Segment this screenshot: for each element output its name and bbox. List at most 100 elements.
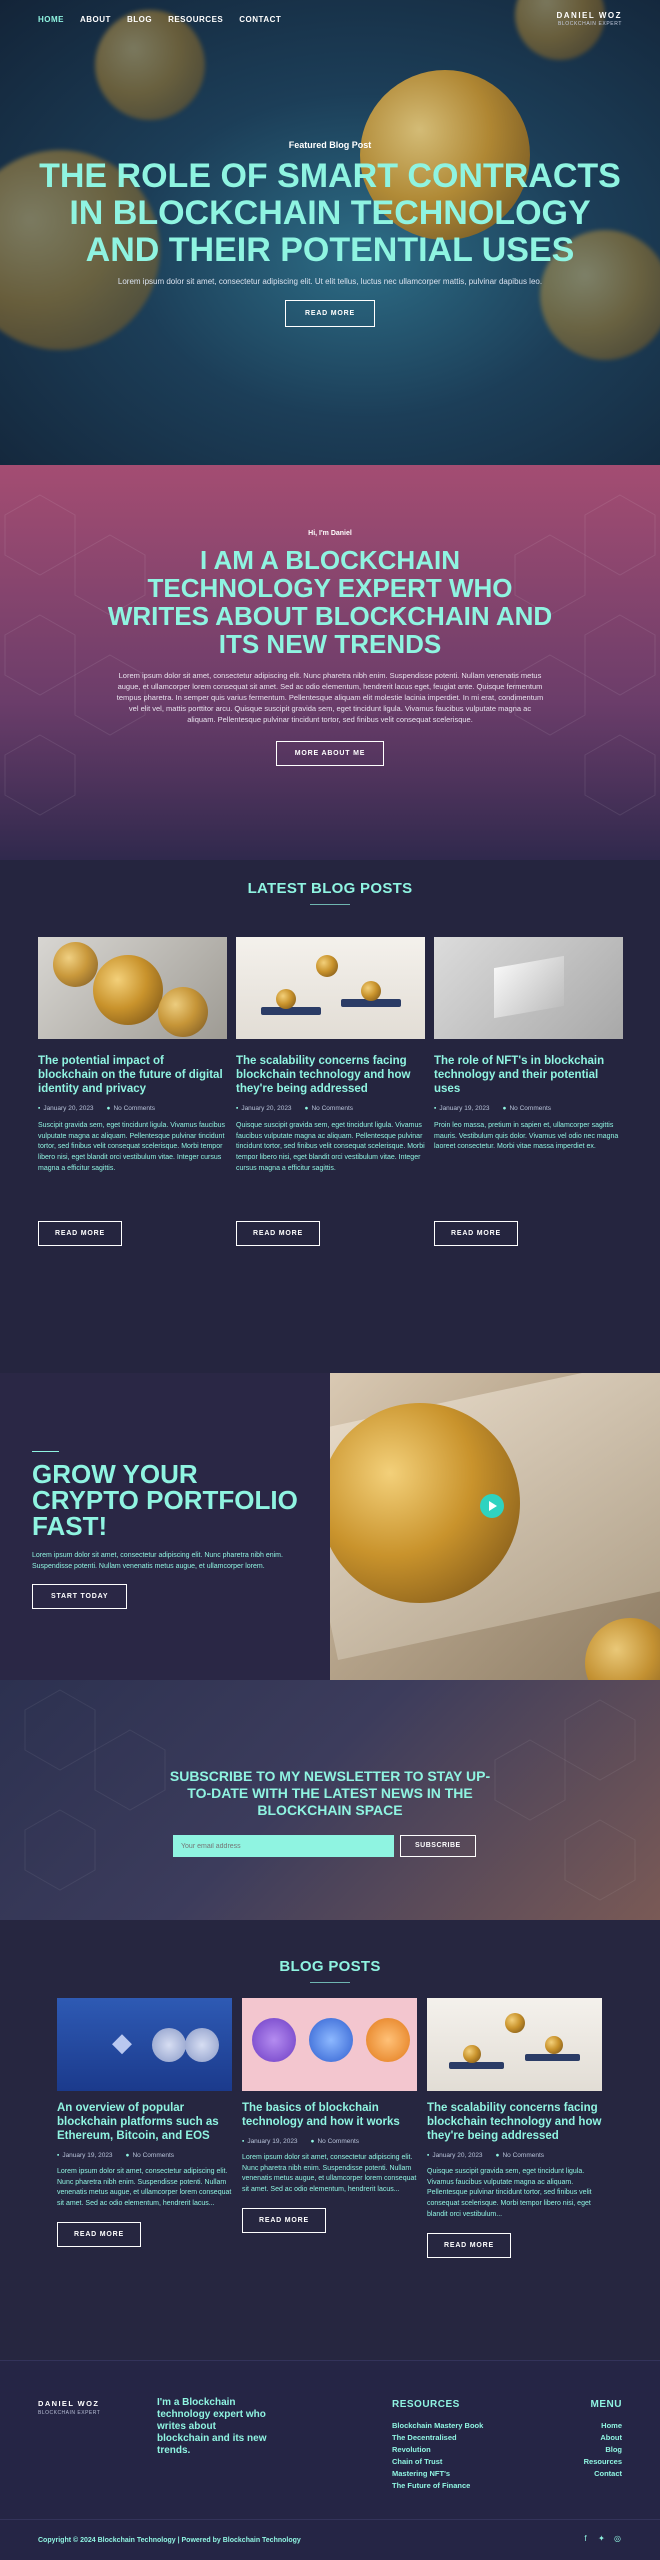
footer-menu-resources[interactable]: Resources — [584, 2456, 622, 2468]
coin-image — [95, 10, 205, 120]
start-today-button[interactable]: START TODAY — [32, 1584, 128, 1609]
post-meta: ▪ January 19, 2023 ● No Comments — [242, 2138, 417, 2145]
read-more-button[interactable]: READ MORE — [242, 2207, 326, 2233]
title-divider — [32, 1451, 59, 1452]
footer-menu-home[interactable]: Home — [584, 2420, 622, 2432]
coin-image — [152, 2028, 186, 2062]
calendar-icon: ▪ — [427, 2152, 430, 2159]
latest-posts-section: LATEST BLOG POSTS The potential impact o… — [0, 860, 660, 1373]
post-date: January 20, 2023 — [241, 1105, 292, 1112]
ethereum-icon: ◆ — [112, 2028, 132, 2058]
read-more-button[interactable]: READ MORE — [236, 1221, 320, 1246]
instagram-icon[interactable]: ◎ — [613, 2534, 622, 2543]
post-title[interactable]: The role of NFT's in blockchain technolo… — [434, 1054, 623, 1096]
scale-left-image — [261, 1007, 321, 1015]
post-thumbnail-nft[interactable] — [434, 937, 623, 1039]
footer-link[interactable]: The Future of Finance — [392, 2480, 483, 2492]
post-title[interactable]: The scalability concerns facing blockcha… — [236, 1054, 425, 1096]
calendar-icon: ▪ — [38, 1105, 41, 1112]
read-more-button[interactable]: READ MORE — [57, 2221, 141, 2247]
scale-left-image — [449, 2062, 504, 2069]
post-title[interactable]: The scalability concerns facing blockcha… — [427, 2101, 602, 2143]
post-comments[interactable]: No Comments — [509, 1105, 551, 1112]
calendar-icon: ▪ — [434, 1105, 437, 1112]
post-date: January 19, 2023 — [439, 1105, 490, 1112]
read-more-button[interactable]: READ MORE — [427, 2232, 511, 2258]
post-comments[interactable]: No Comments — [502, 2152, 544, 2159]
post-thumbnail-bitcoin[interactable] — [38, 937, 227, 1039]
subscribe-button[interactable]: SUBSCRIBE — [400, 1835, 476, 1857]
coin-image — [185, 2028, 219, 2062]
nav-contact[interactable]: CONTACT — [239, 15, 281, 24]
coin-image — [545, 2036, 563, 2054]
hero-section: HOME ABOUT BLOG RESOURCES CONTACT DANIEL… — [0, 0, 660, 465]
post-comments[interactable]: No Comments — [113, 1105, 155, 1112]
main-nav: HOME ABOUT BLOG RESOURCES CONTACT — [38, 15, 281, 24]
post-excerpt: Lorem ipsum dolor sit amet, consectetur … — [242, 2154, 417, 2194]
post-card: The scalability concerns facing blockcha… — [236, 937, 425, 1246]
footer-menu-contact[interactable]: Contact — [584, 2468, 622, 2480]
footer-menu-blog[interactable]: Blog — [584, 2444, 622, 2456]
latest-posts-grid: The potential impact of blockchain on th… — [38, 937, 623, 1246]
post-meta: ▪ January 19, 2023 ● No Comments — [434, 1105, 623, 1112]
nft-block-image — [494, 955, 564, 1019]
post-title[interactable]: The basics of blockchain technology and … — [242, 2101, 417, 2129]
grow-text: Lorem ipsum dolor sit amet, consectetur … — [32, 1552, 283, 1570]
blog-posts-title: BLOG POSTS — [279, 1958, 381, 1975]
coin-image — [53, 942, 98, 987]
footer-link[interactable]: The Decentralised — [392, 2432, 483, 2444]
footer-tagline: I'm a Blockchain technology expert who w… — [157, 2397, 267, 2456]
hero-content: Featured Blog Post THE ROLE OF SMART CON… — [0, 140, 660, 327]
title-divider — [310, 904, 350, 905]
calendar-icon: ▪ — [236, 1105, 239, 1112]
bitcoin-video-thumbnail[interactable] — [330, 1373, 660, 1680]
post-date: January 20, 2023 — [43, 1105, 94, 1112]
comment-icon: ● — [502, 1105, 507, 1112]
blog-posts-section: BLOG POSTS ◆ An overview of popular bloc… — [0, 1920, 660, 2360]
hero-read-more-button[interactable]: READ MORE — [285, 300, 375, 327]
post-thumbnail-scales[interactable] — [427, 1998, 602, 2091]
footer-menu: MENU Home About Blog Resources Contact — [584, 2399, 622, 2480]
post-title[interactable]: An overview of popular blockchain platfo… — [57, 2101, 232, 2143]
comment-icon: ● — [495, 2152, 500, 2159]
twitter-icon[interactable]: ✦ — [597, 2534, 606, 2543]
nav-about[interactable]: ABOUT — [80, 15, 111, 24]
coin-image — [505, 2013, 525, 2033]
post-card: The basics of blockchain technology and … — [242, 1998, 417, 2258]
footer-logo[interactable]: DANIEL WOZ BLOCKCHAIN EXPERT — [38, 2399, 100, 2416]
title-divider — [310, 1982, 350, 1983]
read-more-button[interactable]: READ MORE — [38, 1221, 122, 1246]
post-card: The role of NFT's in blockchain technolo… — [434, 937, 623, 1246]
read-more-button[interactable]: READ MORE — [434, 1221, 518, 1246]
footer-link[interactable]: Chain of Trust — [392, 2456, 483, 2468]
post-comments[interactable]: No Comments — [317, 2138, 359, 2145]
nav-resources[interactable]: RESOURCES — [168, 15, 223, 24]
post-excerpt: Suscipit gravida sem, eget tincidunt lig… — [38, 1122, 226, 1172]
post-meta: ▪ January 20, 2023 ● No Comments — [427, 2152, 602, 2159]
play-icon[interactable] — [480, 1494, 504, 1518]
logo-name: DANIEL WOZ — [556, 11, 622, 20]
nav-home[interactable]: HOME — [38, 15, 64, 24]
footer-link[interactable]: Blockchain Mastery Book — [392, 2420, 483, 2432]
post-thumbnail-platforms[interactable]: ◆ — [57, 1998, 232, 2091]
more-about-me-button[interactable]: MORE ABOUT ME — [275, 741, 385, 766]
post-comments[interactable]: No Comments — [132, 2152, 174, 2159]
footer-menu-about[interactable]: About — [584, 2432, 622, 2444]
coin-image — [366, 2018, 410, 2062]
post-date: January 19, 2023 — [247, 2138, 298, 2145]
post-title[interactable]: The potential impact of blockchain on th… — [38, 1054, 227, 1096]
post-thumbnail-lollipops[interactable] — [242, 1998, 417, 2091]
post-comments[interactable]: No Comments — [311, 1105, 353, 1112]
post-meta: ▪ January 20, 2023 ● No Comments — [236, 1105, 425, 1112]
footer-link[interactable]: Mastering NFT's — [392, 2468, 483, 2480]
post-excerpt: Quisque suscipit gravida sem, eget tinci… — [427, 2168, 592, 2218]
site-logo[interactable]: DANIEL WOZ BLOCKCHAIN EXPERT — [556, 12, 622, 27]
coin-image — [252, 2018, 296, 2062]
facebook-icon[interactable]: f — [581, 2534, 590, 2543]
footer-divider — [0, 2519, 660, 2520]
post-excerpt: Proin leo massa, pretium in sapien et, u… — [434, 1122, 619, 1151]
post-thumbnail-scales[interactable] — [236, 937, 425, 1039]
email-input[interactable] — [173, 1835, 394, 1857]
footer-link[interactable]: Revolution — [392, 2444, 483, 2456]
nav-blog[interactable]: BLOG — [127, 15, 152, 24]
